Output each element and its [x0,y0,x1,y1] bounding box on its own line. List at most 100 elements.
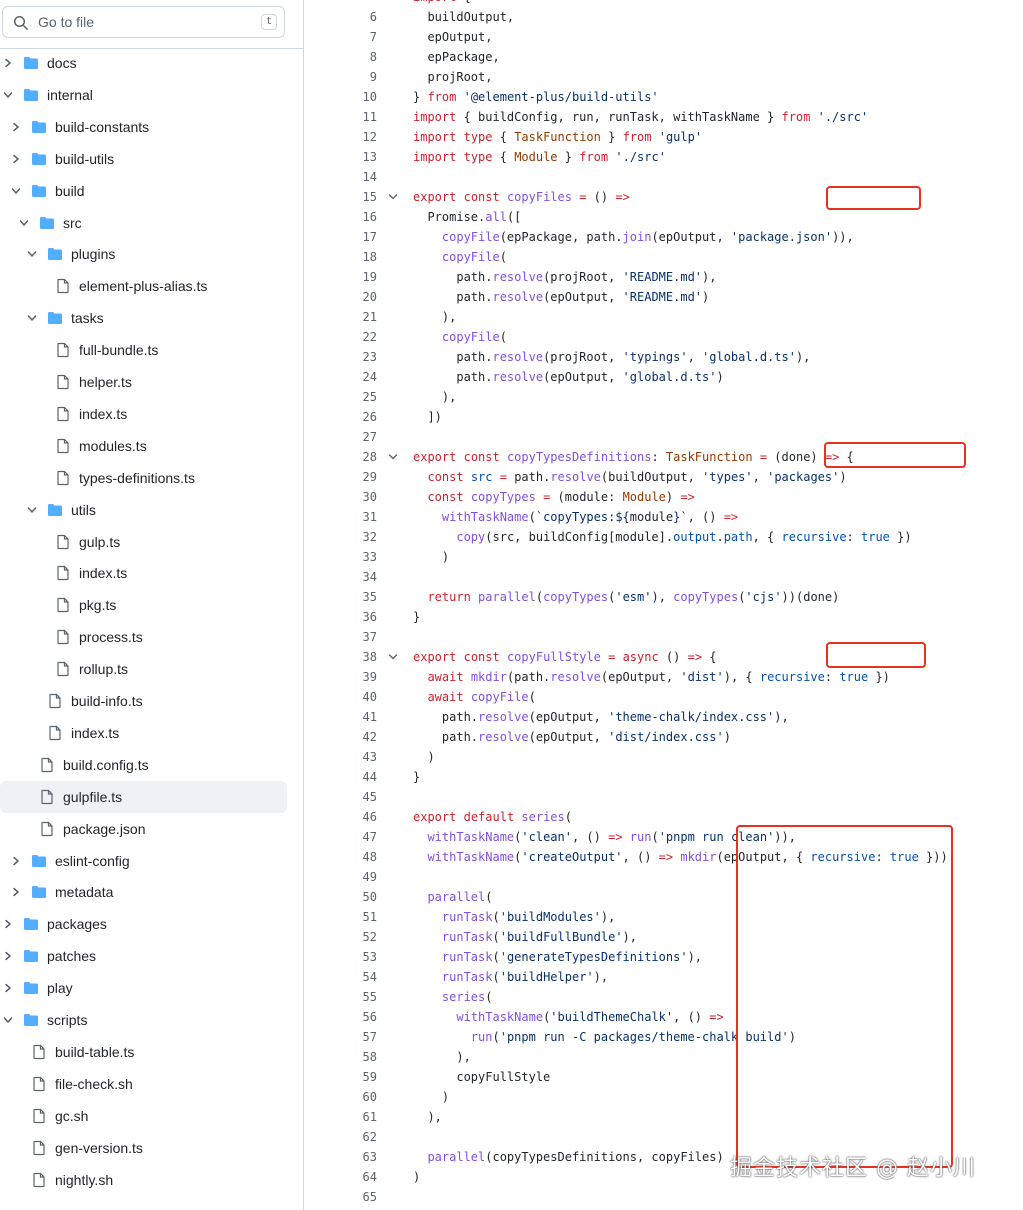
tree-file-index-ts[interactable]: index.ts [0,557,303,589]
chevron-down-icon[interactable] [9,184,23,198]
tree-file-rollup-ts[interactable]: rollup.ts [0,653,303,685]
line-number[interactable]: 25 [321,390,377,404]
chevron-right-icon[interactable] [9,885,23,899]
chevron-down-icon[interactable] [25,247,39,261]
tree-file-modules-ts[interactable]: modules.ts [0,430,303,462]
line-number[interactable]: 47 [321,830,377,844]
line-number[interactable]: 44 [321,770,377,784]
tree-folder-docs[interactable]: docs [0,47,303,79]
fold-chevron-icon[interactable] [387,452,399,462]
line-number[interactable]: 43 [321,750,377,764]
tree-folder-src[interactable]: src [0,207,303,239]
tree-file-gulp-ts[interactable]: gulp.ts [0,526,303,558]
chevron-right-icon[interactable] [1,56,15,70]
chevron-right-icon[interactable] [9,854,23,868]
tree-file-gen-version-ts[interactable]: gen-version.ts [0,1132,303,1164]
line-number[interactable]: 23 [321,350,377,364]
line-number[interactable]: 41 [321,710,377,724]
tree-file-full-bundle-ts[interactable]: full-bundle.ts [0,334,303,366]
line-number[interactable]: 53 [321,950,377,964]
tree-folder-utils[interactable]: utils [0,494,303,526]
tree-folder-eslint-config[interactable]: eslint-config [0,845,303,877]
line-number[interactable]: 62 [321,1130,377,1144]
line-number[interactable]: 10 [321,90,377,104]
line-number[interactable]: 15 [321,190,377,204]
line-number[interactable]: 6 [321,10,377,24]
line-number[interactable]: 58 [321,1050,377,1064]
line-number[interactable]: 11 [321,110,377,124]
line-number[interactable]: 54 [321,970,377,984]
chevron-down-icon[interactable] [17,216,31,230]
tree-file-build-table-ts[interactable]: build-table.ts [0,1036,303,1068]
chevron-right-icon[interactable] [1,949,15,963]
tree-file-gc-sh[interactable]: gc.sh [0,1100,303,1132]
line-number[interactable]: 59 [321,1070,377,1084]
line-number[interactable]: 29 [321,470,377,484]
line-number[interactable]: 56 [321,1010,377,1024]
line-number[interactable]: 20 [321,290,377,304]
line-number[interactable]: 39 [321,670,377,684]
tree-folder-plugins[interactable]: plugins [0,238,303,270]
line-number[interactable]: 34 [321,570,377,584]
line-number[interactable]: 46 [321,810,377,824]
tree-folder-build[interactable]: build [0,175,303,207]
chevron-down-icon[interactable] [25,311,39,325]
chevron-right-icon[interactable] [9,152,23,166]
line-number[interactable]: 51 [321,910,377,924]
line-number[interactable]: 17 [321,230,377,244]
chevron-down-icon[interactable] [1,88,15,102]
line-number[interactable]: 55 [321,990,377,1004]
tree-file-package-json[interactable]: package.json [0,813,303,845]
line-number[interactable]: 57 [321,1030,377,1044]
fold-chevron-icon[interactable] [387,192,399,202]
chevron-right-icon[interactable] [1,981,15,995]
tree-file-element-plus-alias-ts[interactable]: element-plus-alias.ts [0,270,303,302]
tree-file-index-ts[interactable]: index.ts [0,717,303,749]
go-to-file-input[interactable]: Go to file t [2,6,285,38]
line-number[interactable]: 12 [321,130,377,144]
tree-folder-tasks[interactable]: tasks [0,302,303,334]
line-number[interactable]: 48 [321,850,377,864]
tree-file-pkg-ts[interactable]: pkg.ts [0,589,303,621]
line-number[interactable]: 52 [321,930,377,944]
line-number[interactable]: 49 [321,870,377,884]
tree-folder-build-constants[interactable]: build-constants [0,111,303,143]
chevron-down-icon[interactable] [1,1013,15,1027]
tree-file-types-definitions-ts[interactable]: types-definitions.ts [0,462,303,494]
line-number[interactable]: 7 [321,30,377,44]
line-number[interactable]: 14 [321,170,377,184]
line-number[interactable]: 32 [321,530,377,544]
line-number[interactable]: 37 [321,630,377,644]
line-number[interactable]: 28 [321,450,377,464]
line-number[interactable]: 42 [321,730,377,744]
tree-file-index-ts[interactable]: index.ts [0,398,303,430]
tree-folder-internal[interactable]: internal [0,79,303,111]
line-number[interactable]: 61 [321,1110,377,1124]
line-number[interactable]: 9 [321,70,377,84]
tree-file-gulpfile-ts[interactable]: gulpfile.ts [0,780,303,813]
line-number[interactable]: 8 [321,50,377,64]
line-number[interactable]: 22 [321,330,377,344]
line-number[interactable]: 60 [321,1090,377,1104]
line-number[interactable]: 35 [321,590,377,604]
tree-folder-patches[interactable]: patches [0,940,303,972]
tree-file-build-config-ts[interactable]: build.config.ts [0,749,303,781]
line-number[interactable]: 30 [321,490,377,504]
tree-folder-metadata[interactable]: metadata [0,876,303,908]
chevron-right-icon[interactable] [9,120,23,134]
line-number[interactable]: 26 [321,410,377,424]
line-number[interactable]: 27 [321,430,377,444]
line-number[interactable]: 13 [321,150,377,164]
chevron-right-icon[interactable] [1,917,15,931]
line-number[interactable]: 36 [321,610,377,624]
line-number[interactable]: 33 [321,550,377,564]
tree-file-build-info-ts[interactable]: build-info.ts [0,685,303,717]
line-number[interactable]: 65 [321,1190,377,1204]
chevron-down-icon[interactable] [25,503,39,517]
line-number[interactable]: 18 [321,250,377,264]
tree-folder-scripts[interactable]: scripts [0,1004,303,1036]
line-number[interactable]: 31 [321,510,377,524]
tree-file-file-check-sh[interactable]: file-check.sh [0,1068,303,1100]
fold-chevron-icon[interactable] [387,652,399,662]
tree-file-process-ts[interactable]: process.ts [0,621,303,653]
